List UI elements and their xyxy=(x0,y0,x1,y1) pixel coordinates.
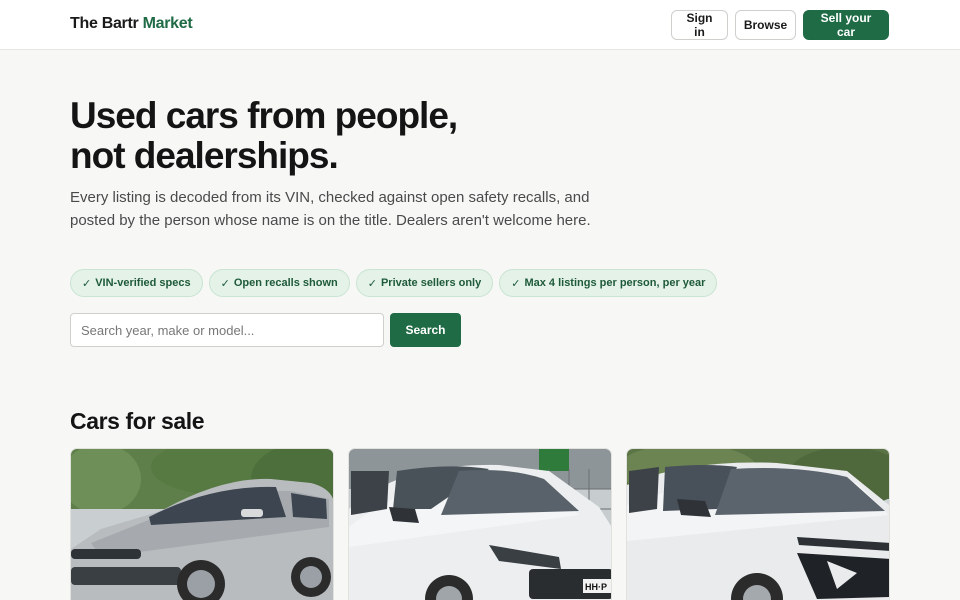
brand-name: The Bartr xyxy=(70,15,139,32)
feature-pill-open-recalls: ✓ Open recalls shown xyxy=(208,269,350,297)
feature-pill-vin-verified: ✓ VIN-verified specs xyxy=(70,269,203,297)
listing-card[interactable] xyxy=(70,448,334,600)
top-navigation-bar: The Bartr Market Sign in Browse Sell you… xyxy=(0,0,960,50)
feature-pill-private-sellers: ✓ Private sellers only xyxy=(355,269,494,297)
search-button[interactable]: Search xyxy=(390,313,461,347)
checkmark-icon: ✓ xyxy=(220,277,230,290)
hero-subtitle: Every listing is decoded from its VIN, c… xyxy=(70,189,591,229)
hero-title-line-1: Used cars from people, xyxy=(70,95,458,136)
cars-for-sale-heading: Cars for sale xyxy=(70,408,205,434)
feature-pill-max-listings: ✓ Max 4 listings per person, per year xyxy=(499,269,718,297)
feature-pill-label: Private sellers only xyxy=(380,277,482,289)
hero-title-line-2: not dealerships. xyxy=(70,135,339,176)
license-plate-text: HH·P xyxy=(585,582,607,592)
feature-pills: ✓ VIN-verified specs ✓ Open recalls show… xyxy=(70,269,718,297)
brand-logo[interactable]: The Bartr Market xyxy=(70,15,193,33)
white-hatchback-photo: HH·P xyxy=(349,449,611,600)
checkmark-icon: ✓ xyxy=(367,277,377,290)
feature-pill-label: Open recalls shown xyxy=(233,277,338,289)
sell-your-car-button[interactable]: Sell your car xyxy=(803,10,889,40)
search-input[interactable] xyxy=(70,313,384,347)
listing-card[interactable] xyxy=(626,448,890,600)
checkmark-icon: ✓ xyxy=(511,277,521,290)
browse-button[interactable]: Browse xyxy=(735,10,796,40)
header-actions: Sign in Browse Sell your car xyxy=(671,10,889,40)
silver-sedan-photo xyxy=(71,449,333,600)
listing-card[interactable]: HH·P xyxy=(348,448,612,600)
brand-name-accent: Market xyxy=(142,15,193,32)
feature-pill-label: Max 4 listings per person, per year xyxy=(524,277,706,289)
sign-in-button[interactable]: Sign in xyxy=(671,10,728,40)
feature-pill-label: VIN-verified specs xyxy=(95,277,191,289)
white-sedan-photo xyxy=(627,449,889,600)
checkmark-icon: ✓ xyxy=(82,277,92,290)
hero-title: Used cars from people, not dealerships. xyxy=(70,96,630,176)
